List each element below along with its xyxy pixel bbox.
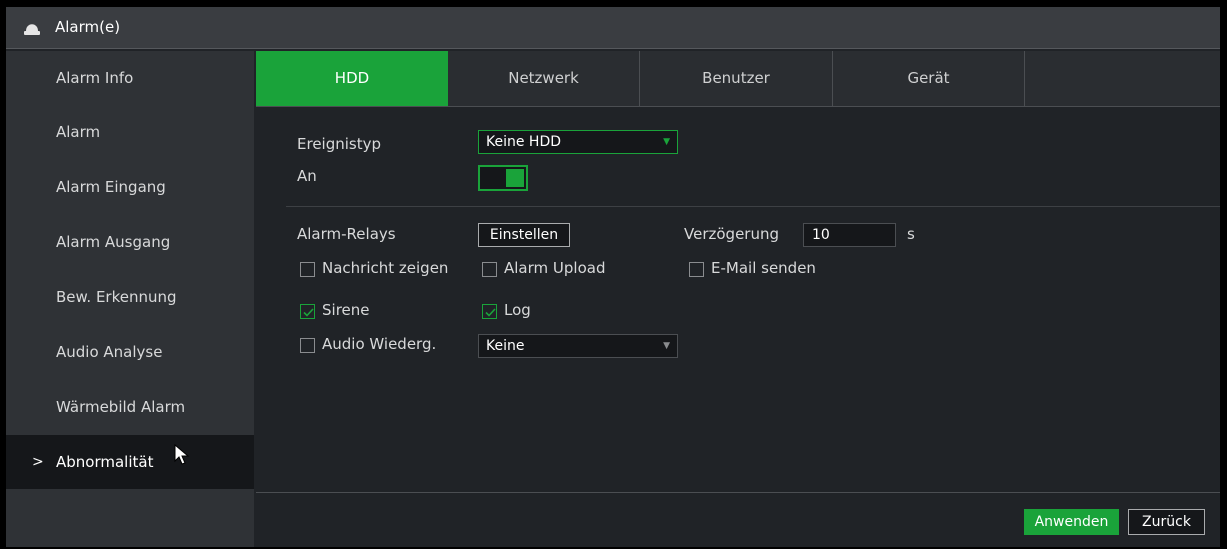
show-message-label: Nachricht zeigen: [322, 259, 449, 277]
show-message-checkbox[interactable]: [300, 262, 315, 277]
title-bar: Alarm(e): [6, 7, 1220, 49]
send-email-checkbox[interactable]: [689, 262, 704, 277]
delay-label: Verzögerung: [684, 225, 779, 243]
sidebar-item-label: Wärmebild Alarm: [56, 398, 186, 416]
mouse-cursor-icon: [174, 444, 190, 465]
siren-checkbox[interactable]: [300, 304, 315, 319]
tab-bar: HDD Netzwerk Benutzer Gerät: [256, 51, 1220, 107]
dropdown-arrow-icon: ▼: [663, 137, 670, 147]
sidebar-item-alarm-output[interactable]: Alarm Ausgang: [6, 215, 254, 269]
tab-label: Netzwerk: [508, 69, 579, 87]
alarm-relays-settings-button[interactable]: Einstellen: [478, 223, 570, 247]
apply-button[interactable]: Anwenden: [1024, 509, 1119, 535]
button-label: Zurück: [1142, 514, 1191, 530]
alarm-relays-label: Alarm-Relays: [297, 225, 396, 243]
event-type-select[interactable]: Keine HDD ▼: [478, 130, 678, 154]
sidebar-item-alarm-input[interactable]: Alarm Eingang: [6, 160, 254, 214]
audio-play-label: Audio Wiederg.: [322, 335, 437, 353]
toggle-knob: [506, 169, 524, 187]
tab-label: Benutzer: [702, 69, 770, 87]
sidebar: Alarm Info Alarm Alarm Eingang Alarm Aus…: [6, 51, 254, 547]
event-type-label: Ereignistyp: [297, 135, 382, 153]
alarm-window: Alarm(e) Alarm Info Alarm Alarm Eingang …: [6, 7, 1220, 547]
sidebar-item-label: Alarm: [56, 123, 101, 141]
log-checkbox[interactable]: [482, 304, 497, 319]
tab-device[interactable]: Gerät: [833, 51, 1025, 106]
checkmark-icon: [485, 308, 496, 317]
back-button[interactable]: Zurück: [1128, 509, 1205, 535]
delay-input[interactable]: 10: [803, 223, 896, 247]
main-panel: HDD Netzwerk Benutzer Gerät Ereignistyp …: [256, 51, 1220, 547]
enable-label: An: [297, 167, 317, 185]
tab-hdd[interactable]: HDD: [256, 51, 448, 106]
delay-unit: s: [907, 225, 915, 243]
alarm-bell-icon: [24, 24, 40, 35]
sidebar-item-thermal-alarm[interactable]: Wärmebild Alarm: [6, 380, 254, 434]
chevron-right-icon: >: [32, 454, 44, 470]
tab-network[interactable]: Netzwerk: [448, 51, 640, 106]
tab-label: Gerät: [907, 69, 950, 87]
sidebar-item-label: Abnormalität: [56, 453, 154, 471]
audio-play-checkbox[interactable]: [300, 338, 315, 353]
sidebar-item-label: Alarm Info: [56, 69, 134, 87]
alarm-upload-checkbox[interactable]: [482, 262, 497, 277]
dropdown-arrow-icon: ▼: [663, 341, 670, 351]
send-email-label: E-Mail senden: [711, 259, 816, 277]
delay-value: 10: [812, 227, 830, 243]
sidebar-item-alarm-info[interactable]: Alarm Info: [6, 51, 254, 105]
screen-frame: Alarm(e) Alarm Info Alarm Alarm Eingang …: [0, 0, 1227, 549]
button-label: Anwenden: [1034, 514, 1109, 530]
sidebar-item-motion-detection[interactable]: Bew. Erkennung: [6, 270, 254, 324]
footer-bar: Anwenden Zurück: [256, 492, 1220, 547]
siren-label: Sirene: [322, 301, 370, 319]
log-label: Log: [504, 301, 531, 319]
checkmark-icon: [303, 308, 314, 317]
sidebar-item-abnormality[interactable]: > Abnormalität: [6, 435, 254, 489]
sidebar-item-label: Bew. Erkennung: [56, 288, 177, 306]
event-type-value: Keine HDD: [486, 134, 562, 150]
tab-label: HDD: [334, 69, 370, 87]
section-divider: [286, 206, 1220, 207]
sidebar-item-audio-analysis[interactable]: Audio Analyse: [6, 325, 254, 379]
sidebar-item-alarm[interactable]: Alarm: [6, 105, 254, 159]
audio-file-select[interactable]: Keine ▼: [478, 334, 678, 358]
enable-toggle[interactable]: [478, 165, 528, 191]
sidebar-item-label: Audio Analyse: [56, 343, 163, 361]
sidebar-item-label: Alarm Ausgang: [56, 233, 171, 251]
sidebar-item-label: Alarm Eingang: [56, 178, 166, 196]
tab-user[interactable]: Benutzer: [640, 51, 833, 106]
window-title: Alarm(e): [55, 18, 121, 36]
alarm-upload-label: Alarm Upload: [504, 259, 606, 277]
button-label: Einstellen: [489, 227, 559, 243]
audio-file-value: Keine: [486, 338, 525, 354]
